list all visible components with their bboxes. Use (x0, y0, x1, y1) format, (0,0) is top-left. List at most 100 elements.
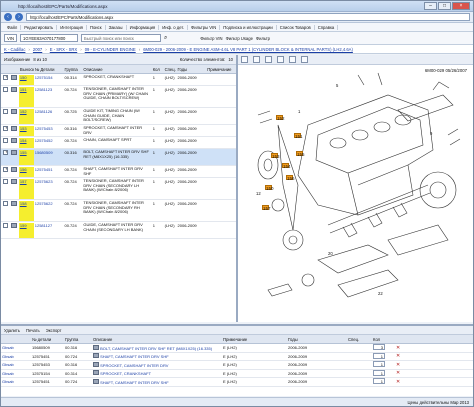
row-checkbox[interactable] (3, 75, 8, 80)
callout-number[interactable]: 155 (18, 150, 34, 165)
exploded-parts-diagram[interactable]: 6M00-029 05/26/2007 1 5 9 12 20 22 152 1… (238, 65, 473, 322)
part-image-icon[interactable] (10, 109, 17, 114)
forward-icon[interactable]: › (15, 13, 23, 21)
column-header[interactable]: Годы (177, 67, 207, 72)
part-number-link[interactable]: 12581127 (35, 223, 53, 228)
vin-input[interactable]: 1GYEE63A070177800 (19, 34, 78, 42)
column-header[interactable]: Примечание (206, 67, 236, 72)
vin-filter-toggle[interactable]: Фильтр VIN (200, 36, 222, 41)
part-image-icon[interactable] (10, 201, 17, 206)
column-header[interactable]: Выноск (19, 67, 34, 72)
column-header[interactable]: Описание (92, 337, 222, 342)
rotate-icon[interactable] (301, 56, 308, 63)
row-checkbox[interactable] (3, 87, 8, 92)
column-header[interactable]: Кол (152, 67, 164, 72)
row-checkbox[interactable] (3, 179, 8, 184)
quantity-field[interactable]: 1 (373, 378, 385, 385)
vin-mode-select[interactable]: VIN (4, 34, 17, 42)
breadcrumb-item[interactable]: 09 - E-CYLINDER ENGINE (85, 47, 136, 52)
part-image-icon[interactable] (10, 138, 17, 143)
menu-item[interactable]: Информация (127, 24, 160, 30)
part-image-icon[interactable] (10, 126, 17, 131)
callout-number[interactable]: 159 (18, 223, 34, 238)
breadcrumb-item[interactable]: 6M00-029 - 2006-2009 - E ENGINE ASM-4.6L… (143, 47, 353, 52)
breadcrumb-item[interactable]: K - Cadillac (4, 47, 25, 52)
table-row[interactable]: Gbsab 12575453 00.316 SPROCKET, CAMSHAFT I… (1, 361, 473, 370)
quantity-field[interactable]: 1 (373, 361, 385, 368)
column-header[interactable]: Группа (64, 337, 92, 342)
quantity-field[interactable]: 1 (373, 369, 385, 376)
part-number-link[interactable]: 12575453 (35, 126, 53, 131)
quantity-field[interactable]: 1 (373, 352, 385, 359)
print-icon[interactable] (277, 56, 284, 63)
menu-item[interactable]: Инф. о дет. (159, 24, 189, 30)
part-number-link[interactable]: 12575154 (35, 75, 53, 80)
description-link[interactable]: BOLT, CAMSHAFT INTER DRV SHF RET (M8X1X2… (100, 346, 212, 351)
callout-marker[interactable]: 156 (286, 175, 295, 181)
part-number-link[interactable]: 12575451 (35, 167, 53, 172)
fit-icon[interactable] (265, 56, 272, 63)
menu-item[interactable]: Поиск (87, 24, 106, 30)
table-row[interactable]: 152 12581126 00.725 GUIDE KIT, TIMING CHAIN… (1, 108, 236, 125)
minimize-button[interactable]: – (424, 2, 437, 10)
table-row[interactable]: 15012575154 00.314 SPROCKET, CRANKSHAFT 1 (L… (1, 74, 236, 86)
remove-icon[interactable]: ✕ (395, 370, 401, 376)
callout-marker[interactable]: 155 (296, 151, 305, 157)
table-row[interactable]: Gbsab 12575451 00.724 SHAFT, CAMSHAFT INTE… (1, 352, 473, 361)
table-row[interactable]: 158 12575622 00.724 TENSIONER, CAMSHAFT INT… (1, 200, 236, 222)
table-row[interactable]: Gbsab 12575154 00.314 SPROCKET, CRANKSHAFT… (1, 369, 473, 378)
row-checkbox[interactable] (3, 167, 8, 172)
callout-number[interactable]: 156 (18, 167, 34, 177)
table-row[interactable]: 157 12575623 00.724 TENSIONER, CAMSHAFT INT… (1, 178, 236, 200)
remove-icon[interactable]: ✕ (395, 345, 401, 351)
delete-button[interactable]: Удалить (4, 328, 20, 333)
description-link[interactable]: SHAFT, CAMSHAFT INTER DRV SHF (100, 354, 169, 359)
close-button[interactable]: × (452, 2, 470, 10)
callout-marker[interactable]: 150 (265, 185, 274, 191)
address-bar[interactable]: http://localhost/EPC/Parts/Modifications… (26, 13, 470, 21)
part-image-icon[interactable] (93, 361, 99, 367)
column-header[interactable]: Годы (287, 337, 347, 342)
breadcrumb-item[interactable]: E - SRX - SRX (50, 47, 77, 52)
export-button[interactable]: Экспорт (46, 328, 62, 333)
row-checkbox[interactable] (3, 223, 8, 228)
description-link[interactable]: SPROCKET, CAMSHAFT INTER DRV (100, 363, 168, 368)
part-number-link[interactable]: 12575452 (35, 138, 53, 143)
callout-number[interactable]: 152 (18, 109, 34, 124)
table-row[interactable]: Gbsab 15680509 00.316 BOLT, CAMSHAFT INTER… (1, 344, 473, 353)
callout-marker[interactable]: 153 (271, 153, 280, 159)
row-checkbox[interactable] (3, 138, 8, 143)
column-header[interactable]: Описание (82, 67, 151, 72)
table-row[interactable]: 151 12581123 00.724 TENSIONER, CAMSHAFT INT… (1, 86, 236, 108)
callout-marker[interactable]: 152 (276, 115, 285, 121)
row-link[interactable]: Gbsab (2, 345, 14, 350)
part-image-icon[interactable] (10, 223, 17, 228)
table-row[interactable]: 154 12575452 00.724 CHAIN, CAMSHAFT SPRT 1 (L… (1, 137, 236, 149)
menu-item[interactable]: Подписка и иллюстрации (220, 24, 277, 30)
part-number-link[interactable]: 12581126 (35, 109, 53, 114)
column-header[interactable]: № детали (31, 337, 64, 342)
menu-item[interactable]: Список Товаров (277, 24, 315, 30)
part-number-link[interactable]: 12575622 (35, 201, 53, 206)
part-image-icon[interactable] (10, 167, 17, 172)
search-input[interactable]: Быстрый поиск или поиск (80, 34, 161, 42)
table-row[interactable]: 159 12581127 00.724 GUIDE, CAMSHAFT INTER D… (1, 222, 236, 239)
menu-item[interactable]: Заказы (106, 24, 127, 30)
part-image-icon[interactable] (93, 378, 99, 384)
row-link[interactable]: Gbsab (2, 379, 14, 384)
callout-number[interactable]: 150 (18, 75, 34, 85)
remove-icon[interactable]: ✕ (395, 362, 401, 368)
remove-icon[interactable]: ✕ (395, 353, 401, 359)
part-number-link[interactable]: 12581123 (35, 87, 53, 92)
row-link[interactable]: Gbsab (2, 371, 14, 376)
part-number-link[interactable]: 12575623 (35, 179, 53, 184)
menu-item[interactable]: Фильтры VIN (188, 24, 221, 30)
part-image-icon[interactable] (10, 75, 17, 80)
breadcrumb-item[interactable]: 2007 (33, 47, 42, 52)
callout-number[interactable]: 154 (18, 138, 34, 148)
part-image-icon[interactable] (10, 87, 17, 92)
row-link[interactable]: Gbsab (2, 362, 14, 367)
column-header[interactable]: Кол (372, 337, 394, 342)
column-header[interactable]: Примечание (222, 337, 287, 342)
back-icon[interactable]: ‹ (4, 13, 12, 21)
